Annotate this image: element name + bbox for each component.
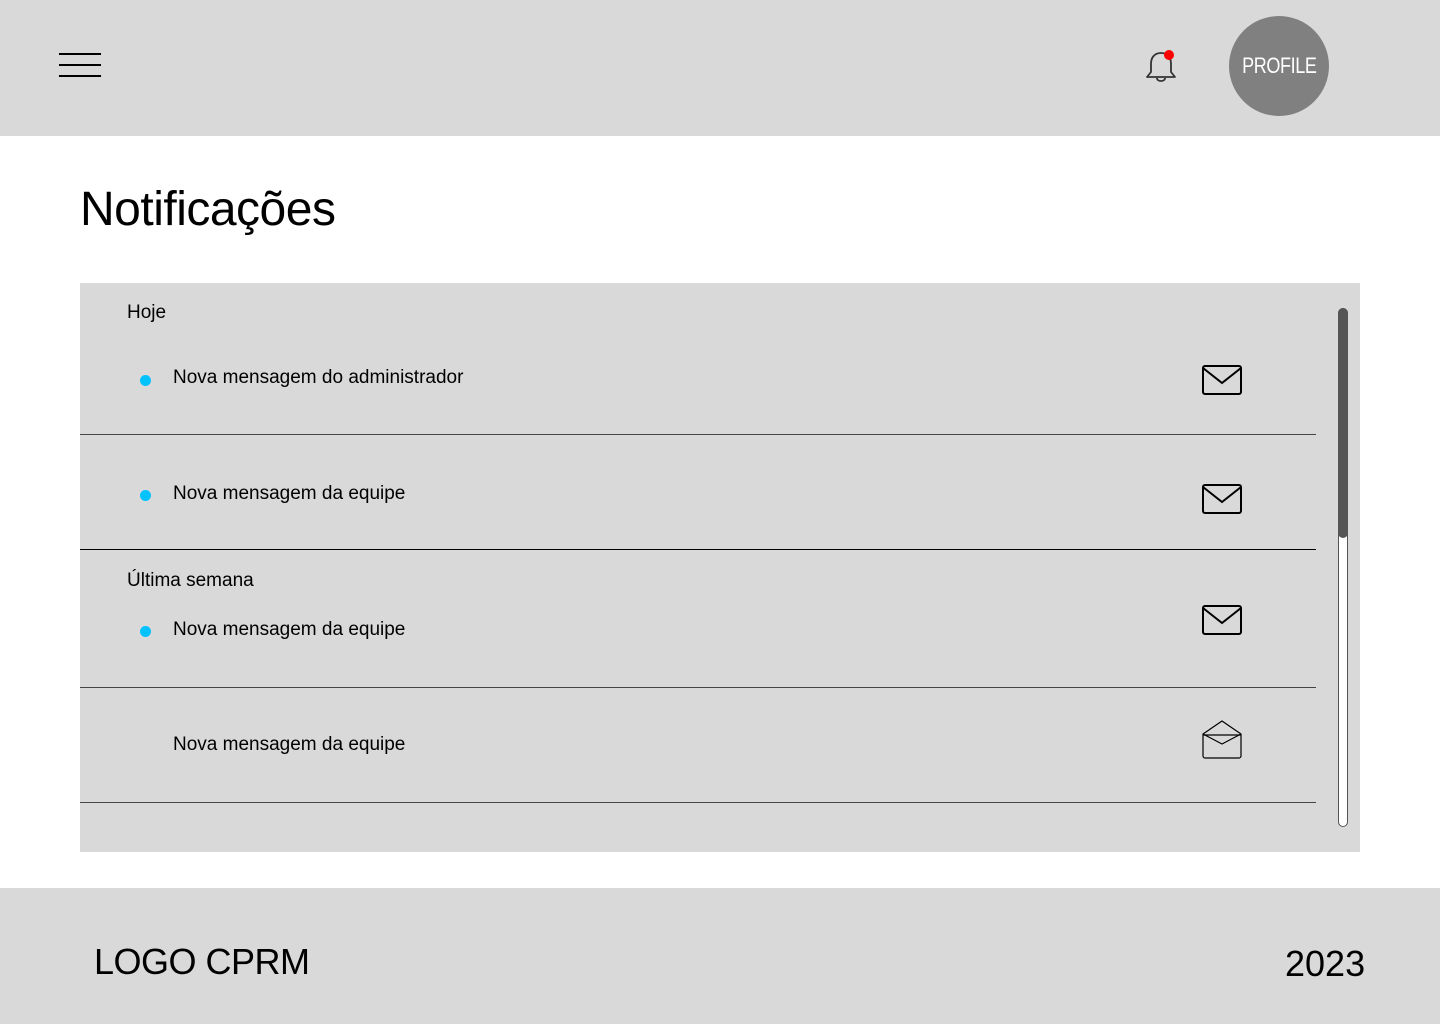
unread-dot [140,490,151,501]
menu-line [59,75,101,77]
unread-dot [140,626,151,637]
scrollbar[interactable] [1338,308,1348,827]
notifications-panel: Hoje Nova mensagem do administrador Nova… [80,283,1360,852]
unread-dot [140,375,151,386]
envelope-closed-icon[interactable] [1201,363,1243,397]
notification-item[interactable]: Nova mensagem da equipe [80,601,1316,687]
menu-line [59,64,101,66]
notification-item[interactable]: Nova mensagem do administrador [80,338,1316,434]
notification-dot [1164,50,1174,60]
footer-year: 2023 [1285,943,1366,984]
group-label-today: Hoje [127,302,167,323]
profile-button[interactable]: PROFILE [1229,16,1329,116]
notification-item[interactable]: Nova mensagem da equipe [80,435,1316,549]
envelope-closed-icon[interactable] [1201,603,1243,637]
footer: LOGO CPRM 2023 [0,888,1440,1024]
divider [80,549,1316,550]
top-bar: PROFILE [0,0,1440,136]
notification-text: Nova mensagem da equipe [173,734,406,755]
scrollbar-thumb[interactable] [1338,308,1348,538]
group-label-last-week: Última semana [127,570,254,591]
notification-text: Nova mensagem da equipe [173,619,406,640]
envelope-closed-icon[interactable] [1201,482,1243,516]
profile-label: PROFILE [1241,53,1317,78]
envelope-open-icon[interactable] [1201,718,1243,760]
menu-line [59,53,101,55]
page-title: Notificações [80,183,336,236]
divider [80,802,1316,803]
notification-item[interactable]: Nova mensagem da equipe [80,688,1316,802]
menu-icon[interactable] [59,53,101,77]
footer-logo: LOGO CPRM [94,941,310,982]
notification-text: Nova mensagem da equipe [173,483,406,504]
notification-text: Nova mensagem do administrador [173,367,464,388]
